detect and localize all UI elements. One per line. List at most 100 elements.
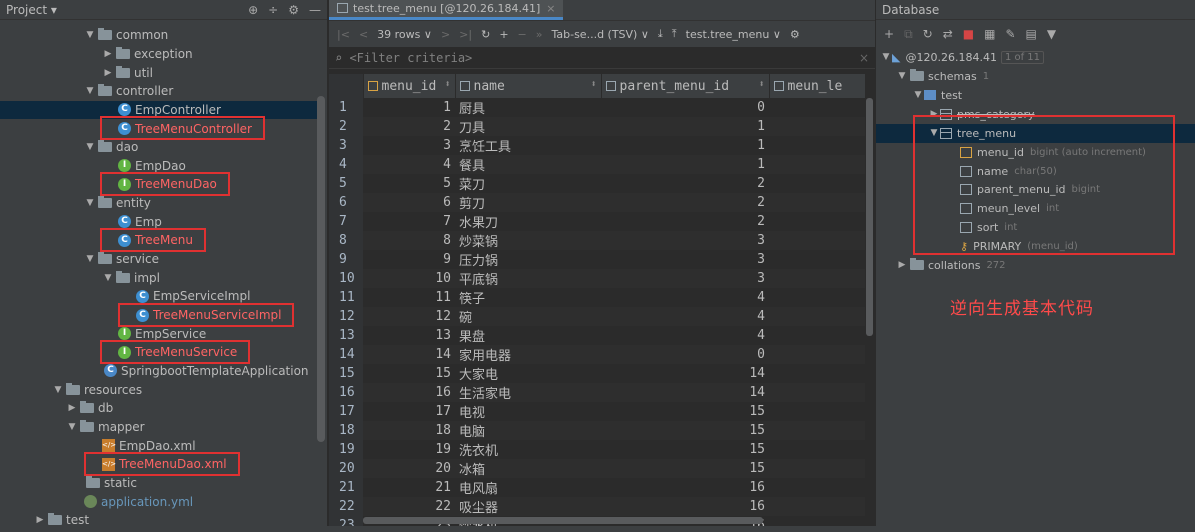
cell-menu-id[interactable]: 17: [363, 402, 455, 421]
cell-meun-level[interactable]: [769, 174, 865, 193]
cell-menu-id[interactable]: 20: [363, 459, 455, 478]
table-row[interactable]: 2 2 刀具 1: [329, 117, 865, 136]
cell-name[interactable]: 平底锅: [455, 269, 601, 288]
cell-meun-level[interactable]: [769, 326, 865, 345]
column-header-meun-level[interactable]: meun_le: [769, 74, 866, 98]
cell-menu-id[interactable]: 8: [363, 231, 455, 250]
cell-menu-id[interactable]: 18: [363, 421, 455, 440]
tree-item[interactable]: ▶ exception: [0, 45, 318, 64]
expand-icon[interactable]: ▼: [896, 71, 908, 81]
cell-name[interactable]: 电脑: [455, 421, 601, 440]
filter-icon[interactable]: ▼: [1047, 27, 1056, 41]
db-schema-test-row[interactable]: ▼ test: [876, 86, 1195, 105]
chevron-right-icon[interactable]: ▶: [34, 515, 46, 525]
sort-icon[interactable]: ⬍: [444, 79, 450, 90]
cell-meun-level[interactable]: [769, 288, 865, 307]
cell-parent-menu-id[interactable]: 0: [601, 98, 769, 117]
cell-meun-level[interactable]: [769, 421, 865, 440]
cell-parent-menu-id[interactable]: 16: [601, 497, 769, 516]
cell-menu-id[interactable]: 3: [363, 136, 455, 155]
cell-name[interactable]: 压力锅: [455, 250, 601, 269]
db-schemas-row[interactable]: ▼ schemas 1: [876, 67, 1195, 86]
column-header-name[interactable]: name ⬍: [455, 74, 602, 98]
refresh-icon[interactable]: ↻: [923, 27, 933, 41]
project-title[interactable]: Project ▾: [6, 3, 57, 17]
next-page-icon[interactable]: >: [441, 28, 450, 41]
grid-horizontal-scrollbar[interactable]: [363, 517, 763, 524]
download-icon[interactable]: ⤓: [658, 27, 663, 41]
cell-menu-id[interactable]: 11: [363, 288, 455, 307]
cell-menu-id[interactable]: 1: [363, 98, 455, 117]
tree-item[interactable]: ▼ service: [0, 250, 318, 269]
table-row[interactable]: 14 14 家用电器 0: [329, 345, 865, 364]
table-row[interactable]: 9 9 压力锅 3: [329, 250, 865, 269]
chevron-down-icon[interactable]: ▼: [66, 422, 78, 432]
cell-name[interactable]: 生活家电: [455, 383, 601, 402]
tree-item[interactable]: I TreeMenuService: [0, 340, 318, 365]
tree-item[interactable]: ▼ impl: [0, 268, 318, 287]
table-row[interactable]: 6 6 剪刀 2: [329, 193, 865, 212]
cell-name[interactable]: 电视: [455, 402, 601, 421]
cell-parent-menu-id[interactable]: 1: [601, 155, 769, 174]
cell-meun-level[interactable]: [769, 212, 865, 231]
cell-parent-menu-id[interactable]: 2: [601, 193, 769, 212]
cell-parent-menu-id[interactable]: 14: [601, 364, 769, 383]
prev-page-icon[interactable]: <: [359, 28, 368, 41]
cell-parent-menu-id[interactable]: 16: [601, 478, 769, 497]
table-row[interactable]: 13 13 果盘 4: [329, 326, 865, 345]
db-connection-row[interactable]: ▼ ◣ @120.26.184.41 1 of 11: [876, 48, 1195, 67]
project-scrollbar[interactable]: [317, 96, 325, 442]
cell-name[interactable]: 刀具: [455, 117, 601, 136]
tree-item[interactable]: ▼ entity: [0, 194, 318, 213]
cell-parent-menu-id[interactable]: 3: [601, 250, 769, 269]
expand-icon[interactable]: ▼: [880, 52, 892, 62]
filter-bar[interactable]: ⌕ <Filter criteria> ×: [329, 47, 875, 69]
delete-row-icon[interactable]: −: [518, 28, 527, 41]
cell-parent-menu-id[interactable]: 4: [601, 307, 769, 326]
collapse-icon[interactable]: ÷: [268, 3, 278, 17]
cell-name[interactable]: 果盘: [455, 326, 601, 345]
add-icon[interactable]: +: [884, 27, 894, 41]
cell-meun-level[interactable]: [769, 269, 865, 288]
first-page-icon[interactable]: |<: [337, 28, 350, 41]
cell-meun-level[interactable]: [769, 459, 865, 478]
table-row[interactable]: 17 17 电视 15: [329, 402, 865, 421]
locate-icon[interactable]: ⊕: [248, 3, 258, 17]
refresh-icon[interactable]: ↻: [481, 28, 490, 41]
column-header-menu-id[interactable]: menu_id ⬍: [363, 74, 456, 98]
cell-menu-id[interactable]: 6: [363, 193, 455, 212]
cell-name[interactable]: 筷子: [455, 288, 601, 307]
tree-item[interactable]: C TreeMenuServiceImpl: [0, 302, 318, 327]
tree-item[interactable]: C TreeMenuController: [0, 116, 318, 141]
table-view-icon[interactable]: ▦: [984, 27, 995, 41]
cell-meun-level[interactable]: [769, 193, 865, 212]
tree-item[interactable]: ▶ db: [0, 399, 318, 418]
cell-name[interactable]: 洗衣机: [455, 440, 601, 459]
filter-input[interactable]: <Filter criteria>: [349, 51, 472, 65]
chevron-down-icon[interactable]: ▼: [84, 142, 96, 152]
settings-icon[interactable]: ⚙: [790, 28, 800, 41]
export-format-dropdown[interactable]: Tab-se...d (TSV) ∨: [551, 28, 648, 41]
cell-meun-level[interactable]: [769, 117, 865, 136]
tree-item[interactable]: ▶ util: [0, 63, 318, 82]
cell-name[interactable]: 菜刀: [455, 174, 601, 193]
cell-name[interactable]: 烹饪工具: [455, 136, 601, 155]
cell-menu-id[interactable]: 4: [363, 155, 455, 174]
chevron-down-icon[interactable]: ▼: [84, 30, 96, 40]
table-selector-dropdown[interactable]: test.tree_menu ∨: [686, 28, 781, 41]
cell-name[interactable]: 炒菜锅: [455, 231, 601, 250]
cell-parent-menu-id[interactable]: 14: [601, 383, 769, 402]
cell-meun-level[interactable]: [769, 231, 865, 250]
gear-icon[interactable]: ⚙: [288, 3, 299, 17]
tree-item[interactable]: I TreeMenuDao: [0, 172, 318, 197]
cell-name[interactable]: 大家电: [455, 364, 601, 383]
cell-parent-menu-id[interactable]: 0: [601, 345, 769, 364]
cell-name[interactable]: 剪刀: [455, 193, 601, 212]
cell-parent-menu-id[interactable]: 3: [601, 269, 769, 288]
tree-item[interactable]: static: [0, 474, 318, 493]
table-row[interactable]: 1 1 厨具 0: [329, 98, 865, 117]
chevron-down-icon[interactable]: ▼: [102, 273, 114, 283]
tab-tree-menu[interactable]: test.tree_menu [@120.26.184.41] ×: [329, 0, 564, 20]
table-row[interactable]: 22 22 吸尘器 16: [329, 497, 865, 516]
table-row[interactable]: 8 8 炒菜锅 3: [329, 231, 865, 250]
